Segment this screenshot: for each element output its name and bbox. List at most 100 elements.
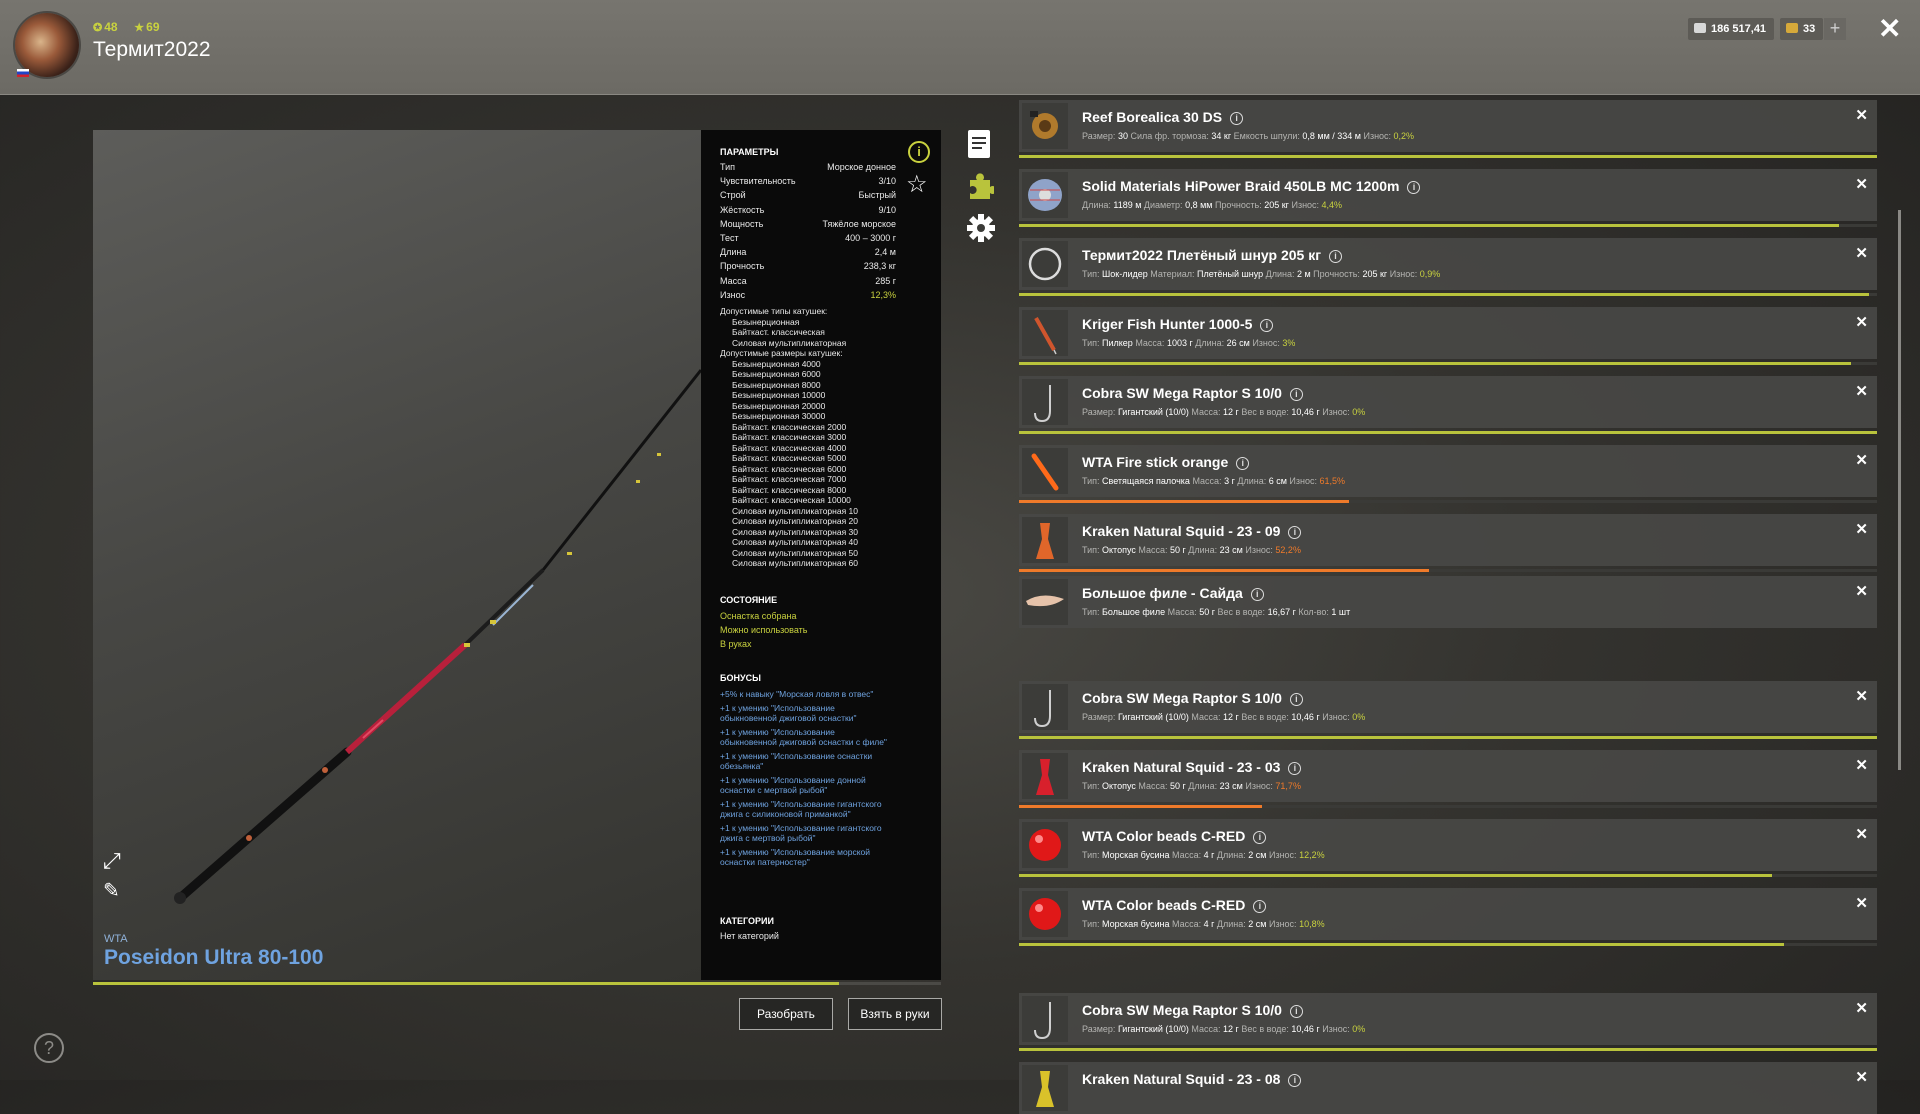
item-thumbnail bbox=[1022, 891, 1068, 937]
detail-value: 3 г bbox=[1224, 476, 1238, 486]
info-icon[interactable]: i bbox=[1289, 693, 1303, 706]
tackle-item[interactable]: Cobra SW Mega Raptor S 10/0 i Размер: Гига… bbox=[1019, 681, 1877, 733]
notes-icon[interactable] bbox=[966, 129, 992, 159]
remove-item-icon[interactable]: ✕ bbox=[1855, 175, 1868, 193]
tackle-item[interactable]: Cobra SW Mega Raptor S 10/0 i Размер: Гига… bbox=[1019, 993, 1877, 1045]
item-thumbnail bbox=[1022, 241, 1068, 287]
categories-value: Нет категорий bbox=[720, 931, 779, 941]
detail-value: Морская бусина bbox=[1102, 850, 1172, 860]
detail-key: Вес в воде: bbox=[1241, 407, 1292, 417]
paint-icon[interactable]: ✎ bbox=[103, 878, 120, 903]
item-name-text: Kraken Natural Squid - 23 - 08 bbox=[1082, 1071, 1281, 1087]
detail-key: Сила фр. тормоза: bbox=[1130, 131, 1212, 141]
list-item: Байткаст. классическая 3000 bbox=[732, 432, 847, 442]
remove-item-icon[interactable]: ✕ bbox=[1855, 894, 1868, 912]
info-icon[interactable]: i bbox=[1260, 319, 1274, 332]
remove-item-icon[interactable]: ✕ bbox=[1855, 825, 1868, 843]
info-icon[interactable]: i bbox=[1288, 526, 1302, 539]
rod-preview[interactable]: ⤢ ✎ bbox=[93, 130, 701, 980]
tackle-item[interactable]: WTA Color beads C-RED i Тип: Морская бусин… bbox=[1019, 888, 1877, 940]
detail-value: Плетёный шнур bbox=[1196, 269, 1266, 279]
info-icon[interactable]: i bbox=[1407, 181, 1421, 194]
disassemble-button[interactable]: Разобрать bbox=[739, 998, 833, 1030]
list-item: Байткаст. классическая 8000 bbox=[732, 484, 847, 495]
tackle-item[interactable]: Kraken Natural Squid - 23 - 08 i ✕ bbox=[1019, 1062, 1877, 1114]
durability-bar bbox=[1019, 1048, 1877, 1051]
detail-value: 0,8 мм bbox=[1185, 200, 1215, 210]
info-icon[interactable]: i bbox=[1253, 900, 1267, 913]
item-details: Тип: Октопус Масса: 50 г Длина: 23 см Из… bbox=[1082, 781, 1301, 791]
tackle-item[interactable]: Kraken Natural Squid - 23 - 03 i Тип: Окто… bbox=[1019, 750, 1877, 802]
detail-key: Прочность: bbox=[1313, 269, 1363, 279]
detail-value: 23 см bbox=[1219, 545, 1246, 555]
remove-item-icon[interactable]: ✕ bbox=[1855, 582, 1868, 600]
item-name-text: Reef Borealica 30 DS bbox=[1082, 109, 1223, 125]
tackle-item[interactable]: Reef Borealica 30 DS i Размер: 30 Сила фр.… bbox=[1019, 100, 1877, 152]
info-icon[interactable]: i bbox=[1236, 457, 1250, 470]
remove-item-icon[interactable]: ✕ bbox=[1855, 313, 1868, 331]
tackle-item[interactable]: Solid Materials HiPower Braid 450LB MC 1… bbox=[1019, 169, 1877, 221]
item-details: Размер: Гигантский (10/0) Масса: 12 г Ве… bbox=[1082, 407, 1365, 417]
tackle-item[interactable]: Kraken Natural Squid - 23 - 09 i Тип: Окто… bbox=[1019, 514, 1877, 566]
buy-gold-button[interactable]: + bbox=[1824, 18, 1846, 40]
wear-label: Износ: bbox=[1252, 338, 1283, 348]
info-icon[interactable]: i bbox=[1289, 1005, 1303, 1018]
remove-item-icon[interactable]: ✕ bbox=[1855, 1068, 1868, 1086]
tackle-item[interactable]: Kriger Fish Hunter 1000-5 i Тип: Пилкер Ма… bbox=[1019, 307, 1877, 359]
item-name-text: Cobra SW Mega Raptor S 10/0 bbox=[1082, 385, 1282, 401]
remove-item-icon[interactable]: ✕ bbox=[1855, 244, 1868, 262]
gear-icon[interactable] bbox=[966, 213, 996, 243]
list-item: Байткаст. классическая 6000 bbox=[732, 463, 847, 474]
info-icon[interactable]: i bbox=[1329, 250, 1343, 263]
gold-balance: 33 bbox=[1780, 18, 1824, 40]
wear-value: 0,2% bbox=[1393, 131, 1415, 141]
param-key: Мощность bbox=[720, 218, 764, 229]
tackle-item[interactable]: WTA Fire stick orange i Тип: Светящаяся па… bbox=[1019, 445, 1877, 497]
favorite-star-icon[interactable]: ☆ bbox=[906, 170, 928, 199]
puzzle-icon[interactable] bbox=[966, 170, 994, 200]
info-icon[interactable]: i bbox=[1289, 388, 1303, 401]
list-item: Байткаст. классическая 7000 bbox=[732, 474, 847, 484]
detail-value: 12 г bbox=[1223, 1024, 1242, 1034]
item-details: Длина: 1189 м Диаметр: 0,8 мм Прочность:… bbox=[1082, 200, 1342, 210]
remove-item-icon[interactable]: ✕ bbox=[1855, 520, 1868, 538]
item-thumbnail bbox=[1022, 684, 1068, 730]
wear-value: 0,9% bbox=[1419, 269, 1441, 279]
tackle-item[interactable]: Большое филе - Сайда i Тип: Большое филе М… bbox=[1019, 576, 1877, 628]
info-icon[interactable]: i bbox=[1253, 831, 1267, 844]
detail-key: Вес в воде: bbox=[1217, 607, 1268, 617]
info-icon[interactable]: i bbox=[1230, 112, 1244, 125]
remove-item-icon[interactable]: ✕ bbox=[1855, 687, 1868, 705]
item-thumbnail bbox=[1022, 996, 1068, 1042]
info-icon[interactable]: i bbox=[908, 141, 930, 163]
remove-item-icon[interactable]: ✕ bbox=[1855, 756, 1868, 774]
player-avatar[interactable] bbox=[15, 13, 79, 77]
remove-item-icon[interactable]: ✕ bbox=[1855, 106, 1868, 124]
detail-value: 16,67 г bbox=[1267, 607, 1299, 617]
detail-value: 12 г bbox=[1223, 712, 1242, 722]
info-icon[interactable]: i bbox=[1288, 762, 1302, 775]
bonus-item: +1 к умению "Использование обыкновенной … bbox=[720, 703, 857, 723]
tackle-item[interactable]: Термит2022 Плетёный шнур 205 кг i Тип: Шок… bbox=[1019, 238, 1877, 290]
detail-value: 6 см bbox=[1268, 476, 1290, 486]
list-scrollbar[interactable] bbox=[1898, 210, 1901, 770]
bonus-heading: БОНУСЫ bbox=[720, 673, 761, 683]
info-icon[interactable]: i bbox=[1288, 1074, 1302, 1087]
rod-image bbox=[174, 369, 701, 904]
tackle-item[interactable]: Cobra SW Mega Raptor S 10/0 i Размер: Гига… bbox=[1019, 376, 1877, 428]
help-icon[interactable]: ? bbox=[34, 1033, 64, 1063]
remove-item-icon[interactable]: ✕ bbox=[1855, 382, 1868, 400]
param-value: 285 г bbox=[875, 275, 896, 286]
remove-item-icon[interactable]: ✕ bbox=[1855, 451, 1868, 469]
item-details: Тип: Шок-лидер Материал: Плетёный шнур Д… bbox=[1082, 269, 1440, 279]
info-icon[interactable]: i bbox=[1250, 588, 1264, 601]
item-details: Тип: Морская бусина Масса: 4 г Длина: 2 … bbox=[1082, 919, 1325, 929]
close-icon[interactable]: ✕ bbox=[1878, 14, 1901, 44]
categories-heading: КАТЕГОРИИ bbox=[720, 916, 774, 926]
detail-key: Тип: bbox=[1082, 919, 1103, 929]
item-name-text: WTA Fire stick orange bbox=[1082, 454, 1229, 470]
expand-icon[interactable]: ⤢ bbox=[103, 848, 121, 874]
remove-item-icon[interactable]: ✕ bbox=[1855, 999, 1868, 1017]
take-in-hands-button[interactable]: Взять в руки bbox=[848, 998, 942, 1030]
tackle-item[interactable]: WTA Color beads C-RED i Тип: Морская бусин… bbox=[1019, 819, 1877, 871]
